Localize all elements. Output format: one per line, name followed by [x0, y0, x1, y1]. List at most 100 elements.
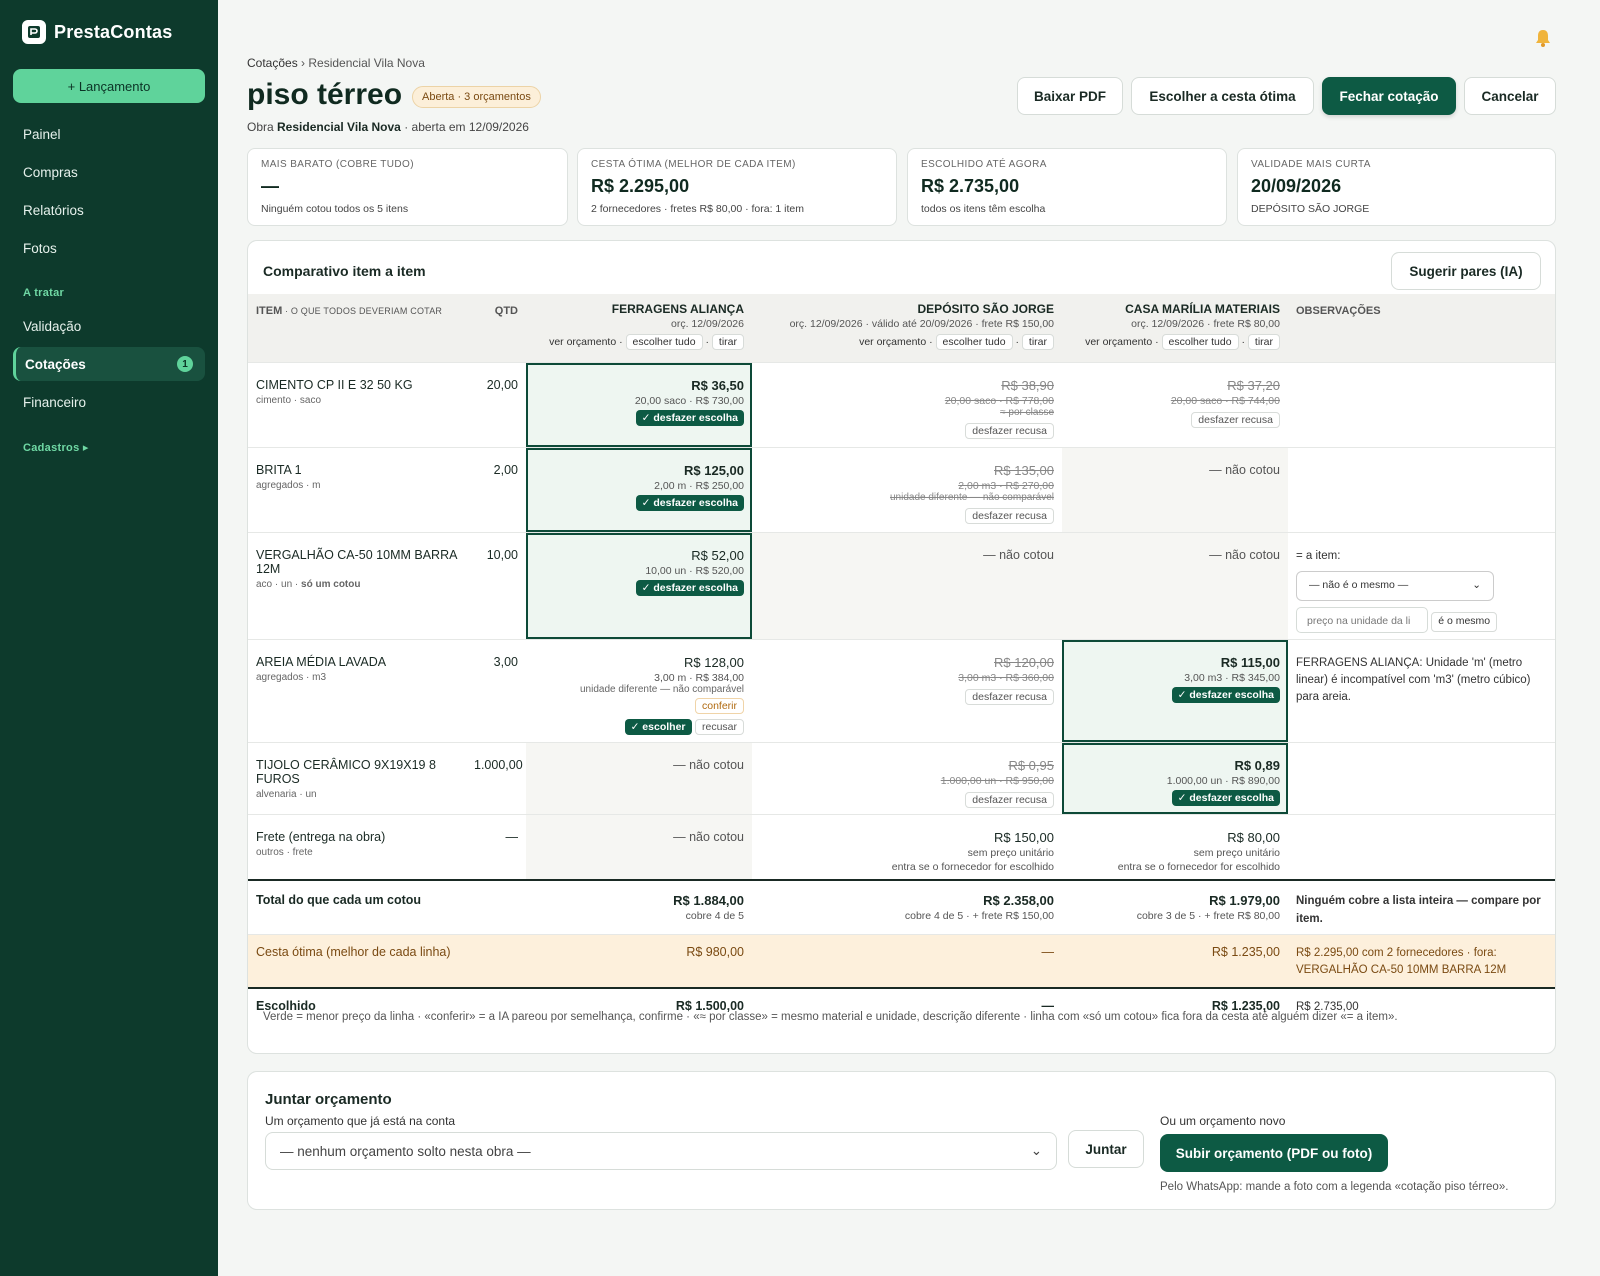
not-quoted: — não cotou	[526, 813, 752, 881]
th-item-label: ITEM	[256, 305, 283, 317]
breadcrumb-sep: ›	[297, 56, 309, 70]
subtitle-obra: Residencial Vila Nova	[277, 120, 401, 134]
same-item-button[interactable]: é o mesmo	[1431, 611, 1498, 632]
item-sub: agregados · m	[256, 479, 321, 491]
status-badge: Aberta · 3 orçamentos	[412, 86, 541, 108]
item-name: Frete (entrega na obra)	[256, 829, 386, 844]
remove-button[interactable]: tirar	[1021, 334, 1054, 350]
equal-item-select[interactable]: — não é o mesmo — ⌄	[1296, 570, 1494, 601]
breadcrumb-root[interactable]: Cotações	[247, 56, 298, 70]
undo-refuse-button[interactable]: desfazer recusa	[965, 791, 1054, 808]
total-value: R$ 2.358,00	[983, 893, 1054, 909]
suggest-pairs-button[interactable]: Sugerir pares (IA)	[1391, 252, 1541, 290]
item-name: VERGALHÃO CA-50 10MM BARRA 12M	[256, 547, 457, 576]
nav-painel[interactable]: Painel	[13, 117, 205, 151]
total-value: R$ 1.979,00	[1209, 893, 1280, 909]
unit-price-input[interactable]: preço na unidade da li	[1296, 606, 1428, 633]
nav-section-cadastros[interactable]: Cadastros ▸	[23, 441, 89, 454]
undo-refuse-button[interactable]: desfazer recusa	[965, 688, 1054, 705]
price-cell[interactable]: R$ 52,00 10,00 un · R$ 520,00 ✓ desfazer e…	[526, 531, 752, 640]
choose-all-button[interactable]: escolher tudo	[935, 334, 1013, 350]
th-supplier-alianca: FERRAGENS ALIANÇA orç. 12/09/2026 ver orça…	[526, 294, 752, 362]
remove-button[interactable]: tirar	[1247, 334, 1280, 350]
upload-quote-button[interactable]: Subir orçamento (PDF ou foto)	[1160, 1134, 1388, 1172]
cancel-button[interactable]: Cancelar	[1464, 77, 1556, 115]
match-note: unidade diferente — não comparável	[580, 683, 744, 695]
card-key: MAIS BARATO (COBRE TUDO)	[261, 159, 414, 170]
not-quoted: — não cotou	[526, 741, 752, 815]
supplier-name: DEPÓSITO SÃO JORGE	[917, 302, 1054, 316]
no-unit-note: sem preço unitário	[1193, 846, 1280, 859]
price-detail: 2,00 m3 · R$ 270,00	[958, 479, 1054, 492]
view-quote-link[interactable]: ver orçamento ·	[859, 336, 933, 348]
best-basket-button[interactable]: Escolher a cesta ótima	[1131, 77, 1314, 115]
nav-fotos[interactable]: Fotos	[13, 231, 205, 265]
item-name: BRITA 1	[256, 462, 302, 477]
view-quote-link[interactable]: ver orçamento ·	[1085, 336, 1159, 348]
undo-choice-button[interactable]: ✓ desfazer escolha	[635, 494, 744, 511]
price-cell[interactable]: R$ 128,00 3,00 m · R$ 384,00 unidade difer…	[526, 638, 752, 743]
equal-item-label: = a item:	[1296, 549, 1341, 562]
app-logo[interactable]: PrestaContas	[22, 20, 172, 44]
item-sub: cimento · saco	[256, 394, 322, 406]
download-pdf-button[interactable]: Baixar PDF	[1017, 77, 1123, 115]
price-detail: 3,00 m3 · R$ 345,00	[1184, 671, 1280, 684]
price-cell[interactable]: R$ 0,89 1.000,00 un · R$ 890,00 ✓ desfazer…	[1062, 741, 1288, 815]
confirm-button[interactable]: conferir	[694, 697, 744, 714]
freight-cell: R$ 80,00 sem preço unitário entra se o for…	[1062, 813, 1288, 881]
unit-price: R$ 120,00	[994, 654, 1054, 670]
summary-card-chosen: ESCOLHIDO ATÉ AGORA R$ 2.735,00 todos os i…	[907, 148, 1227, 226]
choose-button[interactable]: ✓ escolher	[624, 718, 692, 735]
undo-choice-button[interactable]: ✓ desfazer escolha	[1171, 686, 1280, 703]
legend-text: Verde = menor preço da linha · «conferir…	[263, 1011, 1398, 1023]
view-quote-link[interactable]: ver orçamento ·	[549, 336, 623, 348]
card-sub: DEPÓSITO SÃO JORGE	[1251, 203, 1370, 215]
price-detail: 20,00 saco · R$ 744,00	[1170, 394, 1280, 407]
price-cell: R$ 37,20 20,00 saco · R$ 744,00 desfazer r…	[1062, 361, 1288, 447]
undo-refuse-button[interactable]: desfazer recusa	[965, 507, 1054, 524]
table-row: CIMENTO CP II E 32 50 KG cimento · saco 2…	[248, 361, 1555, 447]
choose-all-button[interactable]: escolher tudo	[1161, 334, 1239, 350]
equal-item-select-value: — não é o mesmo —	[1309, 578, 1409, 591]
price-cell[interactable]: R$ 36,50 20,00 saco · R$ 730,00 ✓ desfazer…	[526, 361, 752, 447]
item-qty: —	[466, 813, 526, 881]
remove-button[interactable]: tirar	[711, 334, 744, 350]
table-row: VERGALHÃO CA-50 10MM BARRA 12M aco · un ·…	[248, 531, 1555, 640]
nav-validacao[interactable]: Validação	[13, 309, 205, 343]
existing-quote-select[interactable]: — nenhum orçamento solto nesta obra — ⌄	[265, 1132, 1057, 1170]
nav-relatorios[interactable]: Relatórios	[13, 193, 205, 227]
summary-card-validity: VALIDADE MAIS CURTA 20/09/2026 DEPÓSITO SÃ…	[1237, 148, 1556, 226]
close-quotation-button[interactable]: Fechar cotação	[1322, 77, 1456, 115]
join-button[interactable]: Juntar	[1068, 1130, 1144, 1168]
nav-financeiro[interactable]: Financeiro	[13, 385, 205, 419]
undo-refuse-button[interactable]: desfazer recusa	[1191, 411, 1280, 428]
price-cell[interactable]: R$ 115,00 3,00 m3 · R$ 345,00 ✓ desfazer e…	[1062, 638, 1288, 743]
nav-cotacoes[interactable]: Cotações 1	[13, 347, 205, 381]
undo-refuse-button[interactable]: desfazer recusa	[965, 422, 1054, 439]
new-launch-button[interactable]: + Lançamento	[13, 69, 205, 103]
supplier-meta: orç. 12/09/2026	[671, 318, 744, 330]
undo-choice-button[interactable]: ✓ desfazer escolha	[635, 409, 744, 426]
nav-compras[interactable]: Compras	[13, 155, 205, 189]
bell-icon[interactable]	[1534, 28, 1552, 48]
new-quote-label: Ou um orçamento novo	[1160, 1114, 1286, 1128]
price-detail: 3,00 m3 · R$ 360,00	[958, 671, 1054, 684]
table-header: ITEM · O QUE TODOS DEVERIAM COTAR QTD FE…	[248, 294, 1555, 362]
item-name: CIMENTO CP II E 32 50 KG	[256, 377, 413, 392]
choose-all-button[interactable]: escolher tudo	[625, 334, 703, 350]
undo-choice-button[interactable]: ✓ desfazer escolha	[1171, 789, 1280, 806]
price-detail: 10,00 un · R$ 520,00	[645, 564, 744, 577]
refuse-button[interactable]: recusar	[694, 718, 744, 735]
existing-quote-select-value: — nenhum orçamento solto nesta obra —	[280, 1143, 531, 1159]
table-row: BRITA 1 agregados · m 2,00 R$ 125,00 2,00 …	[248, 446, 1555, 532]
item-sub-text: aco · un ·	[256, 578, 302, 590]
unit-price: R$ 0,89	[1234, 757, 1280, 773]
best-basket-row: Cesta ótima (melhor de cada linha) R$ 98…	[248, 933, 1555, 989]
table-row: TIJOLO CERÂMICO 9X19X19 8 FUROS alvenaria…	[248, 741, 1555, 815]
price-cell[interactable]: R$ 125,00 2,00 m · R$ 250,00 ✓ desfazer es…	[526, 446, 752, 532]
only-one-quoted: só um cotou	[301, 578, 361, 590]
item-qty: 20,00	[466, 361, 526, 447]
undo-choice-button[interactable]: ✓ desfazer escolha	[635, 579, 744, 596]
item-name: AREIA MÉDIA LAVADA	[256, 654, 387, 669]
th-supplier-sao-jorge: DEPÓSITO SÃO JORGE orç. 12/09/2026 · váli…	[752, 294, 1062, 362]
